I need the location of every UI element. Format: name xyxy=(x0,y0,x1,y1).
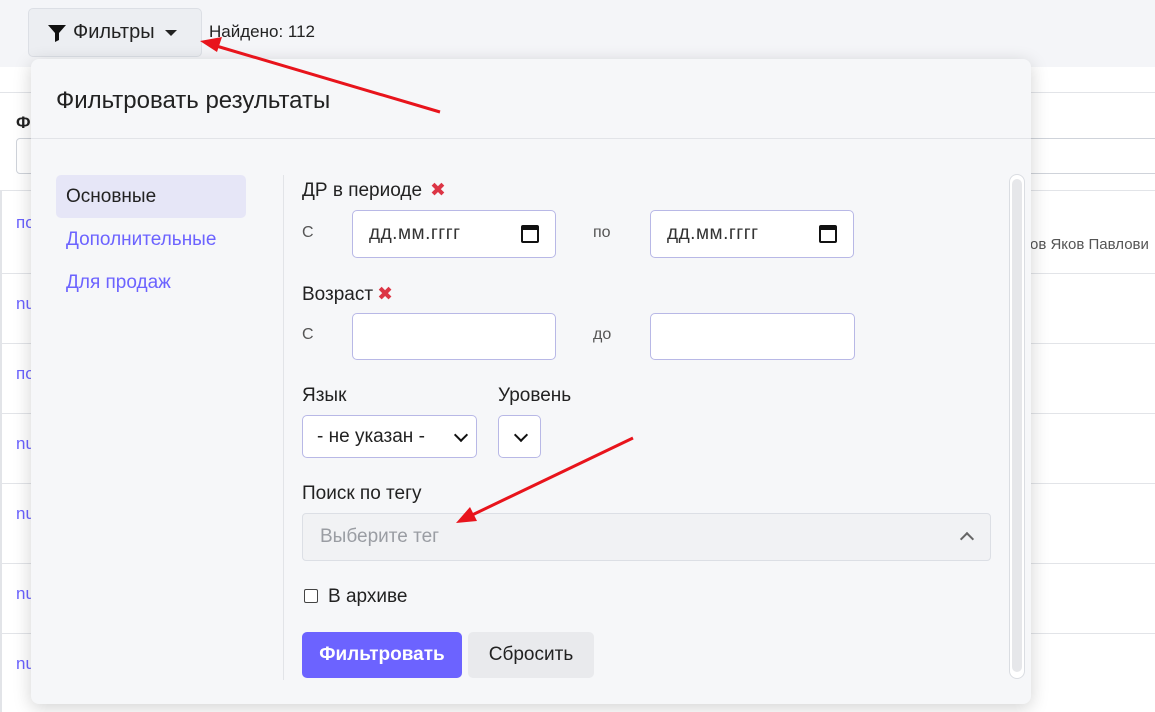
tag-select[interactable]: Выберите тег xyxy=(302,513,991,561)
age-to-input[interactable] xyxy=(650,313,855,360)
column-filter-input[interactable] xyxy=(1020,138,1155,174)
age-text: Возраст xyxy=(302,284,374,305)
caret-down-icon xyxy=(164,29,177,36)
birthday-from-placeholder: дд.мм.гггг xyxy=(369,223,461,244)
popover-title: Фильтровать результаты xyxy=(56,87,331,114)
age-from-label: С xyxy=(302,326,314,343)
calendar-icon[interactable] xyxy=(819,225,837,243)
filters-button-label: Фильтры xyxy=(73,21,155,43)
filters-dropdown-button[interactable]: Фильтры xyxy=(28,8,202,57)
birthday-from-label: С xyxy=(302,224,314,241)
chevron-up-icon xyxy=(959,531,975,547)
tab-sales[interactable]: Для продаж xyxy=(56,261,246,304)
archive-label: В архиве xyxy=(328,586,408,607)
clear-birthday-x-icon[interactable]: ✖ xyxy=(430,180,446,201)
scrollbar[interactable] xyxy=(1009,174,1025,679)
tab-additional[interactable]: Дополнительные xyxy=(56,218,246,261)
filter-button[interactable]: Фильтровать xyxy=(302,632,462,678)
filter-popover: Фильтровать результаты Основные Дополнит… xyxy=(31,59,1031,704)
birthday-to-date-input[interactable]: дд.мм.гггг xyxy=(650,210,854,258)
filter-tabs: Основные Дополнительные Для продаж xyxy=(56,175,246,304)
table-cell-person: ов Яков Павлови xyxy=(1030,236,1149,253)
level-select[interactable] xyxy=(498,415,541,458)
birthday-period-label: ДР в периоде ✖ xyxy=(302,179,446,202)
table-border xyxy=(0,190,2,712)
tab-basic[interactable]: Основные xyxy=(56,175,246,218)
results-count: Найдено: 112 xyxy=(209,22,315,41)
age-label: Возраст ✖ xyxy=(302,283,393,306)
language-selected-value: - не указан - xyxy=(317,425,425,447)
vertical-divider xyxy=(283,175,284,680)
age-from-input[interactable] xyxy=(352,313,556,360)
birthday-from-date-input[interactable]: дд.мм.гггг xyxy=(352,210,556,258)
birthday-to-placeholder: дд.мм.гггг xyxy=(667,223,759,244)
language-select[interactable]: - не указан - xyxy=(302,415,477,458)
level-label: Уровень xyxy=(498,385,572,406)
top-toolbar: Фильтры Найдено: 112 xyxy=(0,0,1155,67)
age-to-label: до xyxy=(593,326,612,343)
table-column-header: Ф xyxy=(16,113,31,132)
calendar-icon[interactable] xyxy=(521,225,539,243)
language-label: Язык xyxy=(302,385,347,406)
scrollbar-thumb[interactable] xyxy=(1012,179,1022,672)
tag-select-placeholder: Выберите тег xyxy=(320,526,440,547)
clear-age-x-icon[interactable]: ✖ xyxy=(377,284,393,305)
popover-header: Фильтровать результаты xyxy=(31,59,1031,139)
reset-button[interactable]: Сбросить xyxy=(468,632,594,678)
chevron-down-icon xyxy=(453,427,469,443)
tag-search-label: Поиск по тегу xyxy=(302,483,422,504)
funnel-icon xyxy=(48,24,66,42)
birthday-to-label: по xyxy=(593,224,611,241)
birthday-period-text: ДР в периоде xyxy=(302,180,423,201)
chevron-down-icon xyxy=(513,427,529,443)
archive-checkbox[interactable] xyxy=(304,589,318,603)
